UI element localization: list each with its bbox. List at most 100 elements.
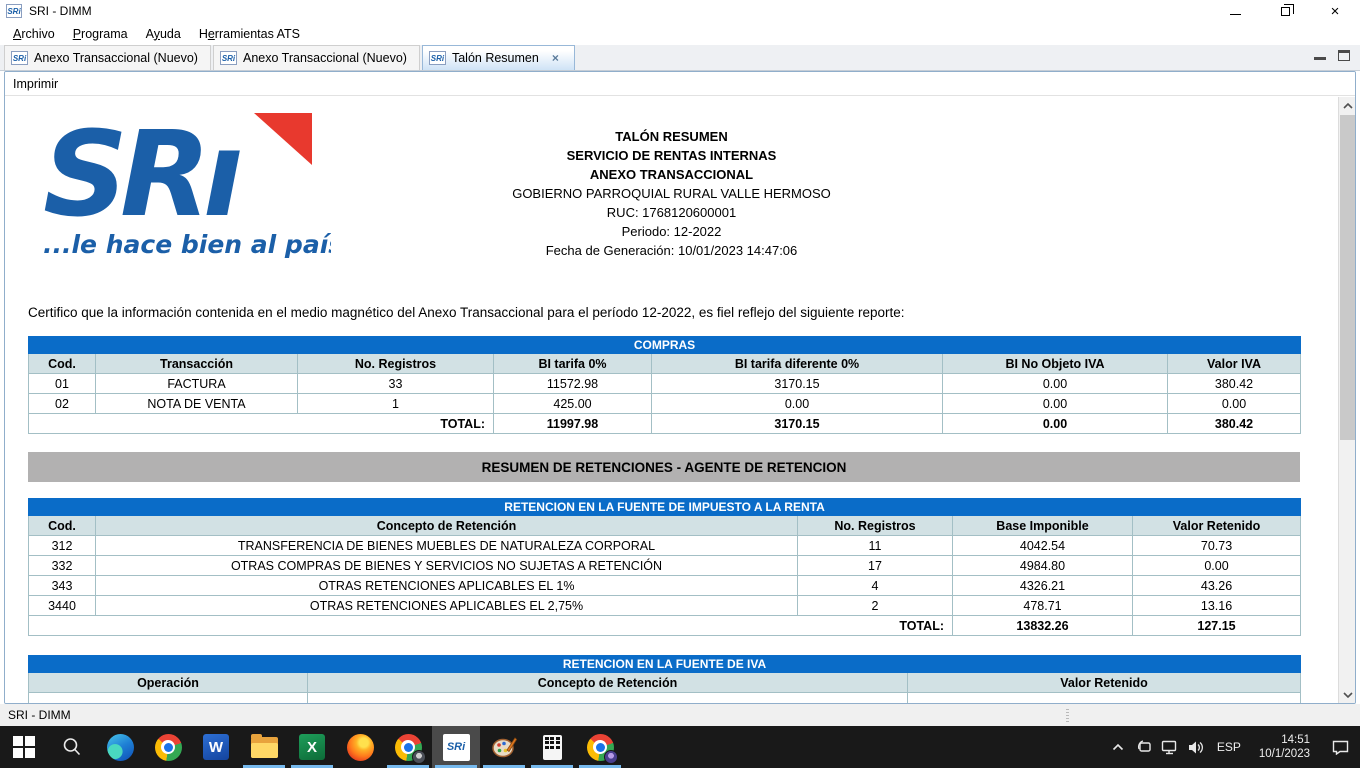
paint-icon — [491, 734, 517, 760]
windows-start-icon — [13, 736, 35, 758]
table-row — [29, 693, 1301, 704]
tab-anexo-transaccional-1[interactable]: SRi Anexo Transaccional (Nuevo) — [4, 45, 211, 70]
certification-text: Certifico que la información contenida e… — [28, 305, 1338, 320]
excel-icon: X — [299, 734, 325, 760]
sri-tab-icon: SRi — [220, 51, 237, 65]
start-button[interactable] — [0, 726, 48, 768]
menu-herramientas-ats[interactable]: Herramientas ATS — [190, 24, 309, 44]
tray-volume-button[interactable] — [1183, 726, 1209, 768]
taskbar-chrome-button[interactable] — [144, 726, 192, 768]
word-icon: W — [203, 734, 229, 760]
total-label: TOTAL: — [29, 616, 953, 636]
profile-badge-icon — [604, 750, 618, 764]
window-close-button[interactable]: × — [1310, 0, 1360, 22]
tray-date: 10/1/2023 — [1259, 747, 1310, 761]
iva-table-title: RETENCION EN LA FUENTE DE IVA — [29, 656, 1301, 673]
table-row: 312 TRANSFERENCIA DE BIENES MUEBLES DE N… — [29, 536, 1301, 556]
scroll-down-icon[interactable] — [1339, 686, 1356, 703]
tab-anexo-transaccional-2[interactable]: SRi Anexo Transaccional (Nuevo) — [213, 45, 420, 70]
tray-language-indicator[interactable]: ESP — [1209, 740, 1249, 754]
view-minimize-icon[interactable] — [1314, 50, 1326, 60]
renta-table-title: RETENCION EN LA FUENTE DE IMPUESTO A LA … — [29, 499, 1301, 516]
scrollbar-thumb[interactable] — [1340, 115, 1355, 440]
compras-table: COMPRAS Cod. Transacción No. Registros B… — [28, 336, 1301, 434]
menu-bar: Archivo Programa Ayuda Herramientas ATS — [0, 22, 1360, 45]
file-explorer-icon — [251, 737, 278, 758]
taskbar-file-explorer-button[interactable] — [240, 726, 288, 768]
taskbar-word-button[interactable]: W — [192, 726, 240, 768]
search-icon — [61, 736, 83, 758]
window-titlebar: SRi SRI - DIMM × — [0, 0, 1360, 22]
status-text: SRI - DIMM — [8, 708, 71, 722]
compras-total-row: TOTAL: 11997.98 3170.15 0.00 380.42 — [29, 414, 1301, 434]
tablet-pc-icon — [1135, 739, 1153, 755]
window-title: SRI - DIMM — [29, 4, 1210, 18]
table-row: 02 NOTA DE VENTA 1 425.00 0.00 0.00 0.00 — [29, 394, 1301, 414]
editor-tab-strip: SRi Anexo Transaccional (Nuevo) SRi Anex… — [0, 45, 1360, 71]
action-center-button[interactable] — [1320, 726, 1360, 768]
logo-slogan: ...le hace bien al país! — [43, 230, 331, 259]
taskbar-edge-button[interactable] — [96, 726, 144, 768]
renta-header-row: Cod. Concepto de Retención No. Registros… — [29, 516, 1301, 536]
total-label: TOTAL: — [29, 414, 494, 434]
view-toolbar: Imprimir — [5, 72, 1355, 96]
taskbar: W X SRi — [0, 726, 1360, 768]
taskbar-paint-button[interactable] — [480, 726, 528, 768]
imprimir-button[interactable]: Imprimir — [13, 77, 58, 91]
tab-talon-resumen[interactable]: SRi Talón Resumen × — [422, 45, 575, 70]
vertical-scrollbar[interactable] — [1338, 97, 1355, 703]
menu-ayuda[interactable]: Ayuda — [137, 24, 190, 44]
report-content: SRı ...le hace bien al país! TALÓN RESUM… — [5, 97, 1338, 703]
table-row: 332 OTRAS COMPRAS DE BIENES Y SERVICIOS … — [29, 556, 1301, 576]
tray-time: 14:51 — [1259, 733, 1310, 747]
sri-dimm-icon: SRi — [443, 734, 470, 761]
close-icon: × — [1331, 4, 1340, 19]
report-header: SRı ...le hace bien al país! TALÓN RESUM… — [5, 97, 1338, 265]
retencion-renta-table: RETENCION EN LA FUENTE DE IMPUESTO A LA … — [28, 498, 1301, 636]
network-icon — [1161, 740, 1179, 755]
chevron-up-icon — [1112, 743, 1124, 751]
view-maximize-icon[interactable] — [1338, 50, 1350, 61]
taskbar-sri-dimm-button[interactable]: SRi — [432, 726, 480, 768]
taskbar-excel-button[interactable]: X — [288, 726, 336, 768]
statusbar-grip — [1066, 707, 1069, 723]
scroll-up-icon[interactable] — [1339, 97, 1356, 114]
taskbar-chrome-profile-2-button[interactable] — [576, 726, 624, 768]
minimize-icon — [1230, 14, 1241, 15]
speaker-icon — [1187, 740, 1205, 755]
sri-tab-icon: SRi — [429, 51, 446, 65]
svg-text:SRı: SRı — [43, 111, 240, 243]
profile-badge-icon — [412, 750, 426, 764]
retenciones-section-bar: RESUMEN DE RETENCIONES - AGENTE DE RETEN… — [28, 452, 1300, 482]
renta-total-row: TOTAL: 13832.26 127.15 — [29, 616, 1301, 636]
table-row: 343 OTRAS RETENCIONES APLICABLES EL 1% 4… — [29, 576, 1301, 596]
system-tray: ESP 14:51 10/1/2023 — [1105, 726, 1360, 768]
taskbar-firefox-button[interactable] — [336, 726, 384, 768]
sri-tab-icon: SRi — [11, 51, 28, 65]
window-minimize-button[interactable] — [1210, 0, 1260, 22]
tray-show-hidden-icons-button[interactable] — [1105, 726, 1131, 768]
status-bar: SRI - DIMM — [0, 704, 1360, 726]
edge-icon — [107, 734, 134, 761]
restore-icon — [1281, 7, 1290, 16]
tab-close-icon[interactable]: × — [549, 50, 562, 66]
menu-programa[interactable]: Programa — [64, 24, 137, 44]
calculator-icon — [543, 735, 562, 760]
menu-archivo[interactable]: Archivo — [4, 24, 64, 44]
iva-header-row: Operación Concepto de Retención Valor Re… — [29, 673, 1301, 693]
tray-tablet-mode-button[interactable] — [1131, 726, 1157, 768]
sri-logo: SRı ...le hace bien al país! — [41, 111, 331, 261]
window-restore-button[interactable] — [1260, 0, 1310, 22]
tray-network-button[interactable] — [1157, 726, 1183, 768]
logo-red-triangle — [254, 113, 312, 165]
table-row: 01 FACTURA 33 11572.98 3170.15 0.00 380.… — [29, 374, 1301, 394]
chrome-icon — [155, 734, 182, 761]
notification-icon — [1332, 740, 1349, 755]
app-sri-icon: SRi — [6, 4, 22, 18]
tray-clock[interactable]: 14:51 10/1/2023 — [1249, 733, 1320, 761]
taskbar-chrome-profile-button[interactable] — [384, 726, 432, 768]
report-view: Imprimir SRı ...le hace bien al país! TA… — [4, 71, 1356, 704]
taskbar-calculator-button[interactable] — [528, 726, 576, 768]
taskbar-search-button[interactable] — [48, 726, 96, 768]
firefox-icon — [347, 734, 374, 761]
